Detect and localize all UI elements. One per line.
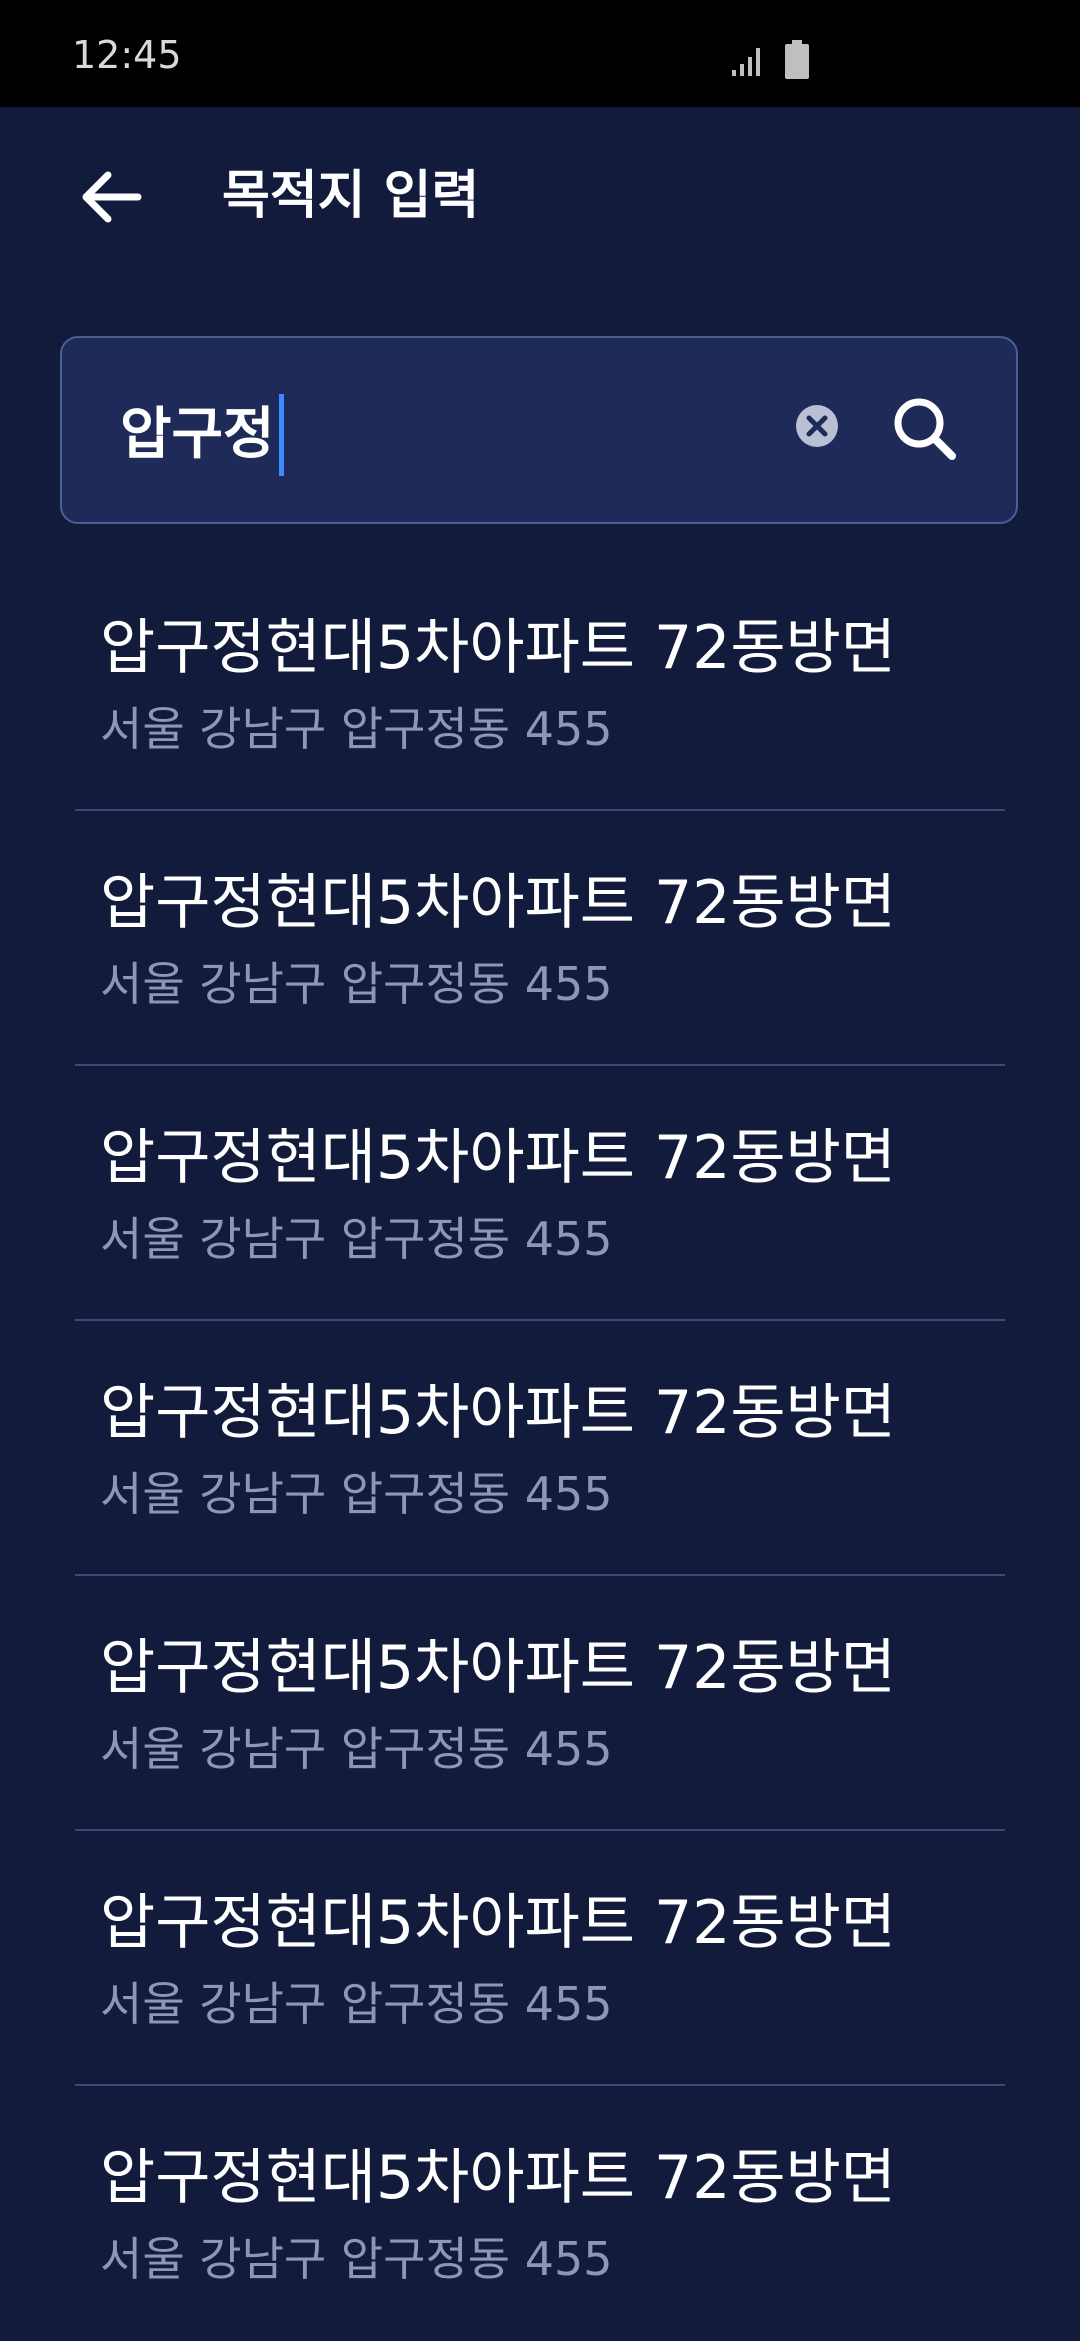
result-address: 서울 강남구 압구정동 455 [100, 1977, 613, 2031]
search-results-list: 압구정현대5차아파트 72동방면 서울 강남구 압구정동 455 압구정현대5차… [0, 556, 1080, 2341]
result-name: 압구정현대5차아파트 72동방면 [100, 868, 896, 938]
app-header: 목적지 입력 [0, 107, 1080, 277]
back-button[interactable] [70, 157, 150, 237]
status-time: 12:45 [72, 33, 182, 77]
list-item[interactable]: 압구정현대5차아파트 72동방면 서울 강남구 압구정동 455 [0, 1066, 1080, 1321]
result-name: 압구정현대5차아파트 72동방면 [100, 1123, 896, 1193]
list-item[interactable]: 압구정현대5차아파트 72동방면 서울 강남구 압구정동 455 [0, 811, 1080, 1066]
list-item[interactable]: 압구정현대5차아파트 72동방면 서울 강남구 압구정동 455 [0, 2086, 1080, 2341]
search-input-value: 압구정 [120, 402, 275, 468]
result-name: 압구정현대5차아파트 72동방면 [100, 2143, 896, 2213]
result-name: 압구정현대5차아파트 72동방면 [100, 1378, 896, 1448]
result-name: 압구정현대5차아파트 72동방면 [100, 1888, 896, 1958]
result-address: 서울 강남구 압구정동 455 [100, 2232, 613, 2286]
result-address: 서울 강남구 압구정동 455 [100, 1467, 613, 1521]
status-bar: 12:45 [0, 0, 1080, 107]
page-title: 목적지 입력 [222, 166, 480, 226]
result-address: 서울 강남구 압구정동 455 [100, 1722, 613, 1776]
battery-icon [785, 40, 809, 79]
result-address: 서울 강남구 압구정동 455 [100, 702, 613, 756]
result-address: 서울 강남구 압구정동 455 [100, 1212, 613, 1266]
list-item[interactable]: 압구정현대5차아파트 72동방면 서울 강남구 압구정동 455 [0, 1321, 1080, 1576]
arrow-left-icon [82, 171, 142, 223]
list-item[interactable]: 압구정현대5차아파트 72동방면 서울 강남구 압구정동 455 [0, 556, 1080, 811]
text-caret [278, 394, 284, 476]
list-item[interactable]: 압구정현대5차아파트 72동방면 서울 강남구 압구정동 455 [0, 1576, 1080, 1831]
cell-signal-icon [732, 48, 760, 76]
result-name: 압구정현대5차아파트 72동방면 [100, 1633, 896, 1703]
search-input[interactable]: 압구정 [120, 394, 284, 476]
destination-search-field[interactable]: 압구정 [60, 336, 1018, 524]
search-icon[interactable] [890, 394, 960, 464]
result-address: 서울 강남구 압구정동 455 [100, 957, 613, 1011]
clear-circle-icon[interactable] [795, 404, 839, 448]
list-item[interactable]: 압구정현대5차아파트 72동방면 서울 강남구 압구정동 455 [0, 1831, 1080, 2086]
result-name: 압구정현대5차아파트 72동방면 [100, 613, 896, 683]
